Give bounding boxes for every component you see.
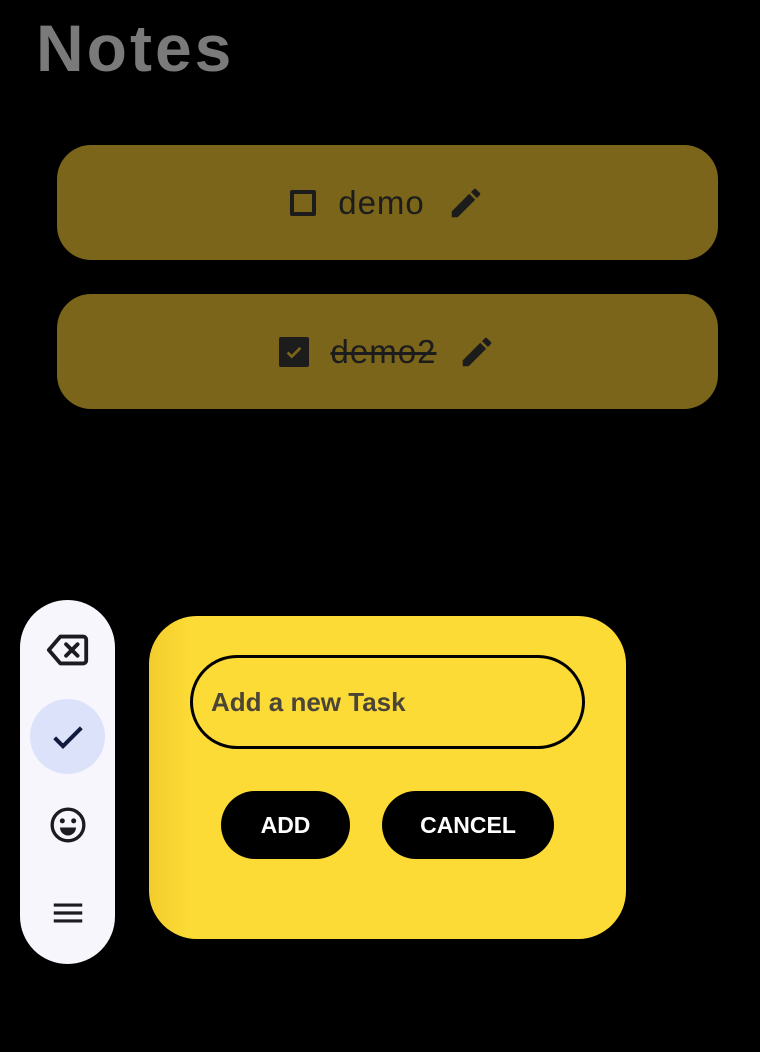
task-text: demo (338, 183, 425, 221)
menu-icon (53, 903, 82, 922)
emoji-icon (50, 807, 85, 842)
cancel-button[interactable]: CANCEL (382, 791, 554, 859)
edit-pencil-icon[interactable] (447, 184, 485, 222)
task-text: demo2 (330, 332, 437, 370)
task-card[interactable]: demo2 (57, 294, 718, 409)
checkmark-icon (286, 346, 301, 359)
add-task-dialog: ADD CANCEL (149, 616, 626, 939)
notes-screen: Notes demo demo2 Add a new Task ADD CANC… (0, 0, 760, 1052)
check-button[interactable] (30, 699, 105, 774)
task-checkbox-checked[interactable] (278, 336, 309, 367)
keyboard-side-toolbar (20, 600, 115, 964)
task-card[interactable]: demo (57, 145, 718, 260)
backspace-icon (46, 634, 88, 665)
backspace-button[interactable] (30, 612, 105, 687)
check-icon (52, 725, 83, 749)
add-button[interactable]: ADD (221, 791, 350, 859)
emoji-button[interactable] (30, 787, 105, 862)
menu-button[interactable] (30, 875, 105, 950)
new-task-input[interactable] (190, 655, 585, 749)
edit-pencil-icon[interactable] (458, 333, 496, 371)
task-checkbox-unchecked[interactable] (290, 189, 317, 216)
page-title: Notes (36, 11, 235, 85)
